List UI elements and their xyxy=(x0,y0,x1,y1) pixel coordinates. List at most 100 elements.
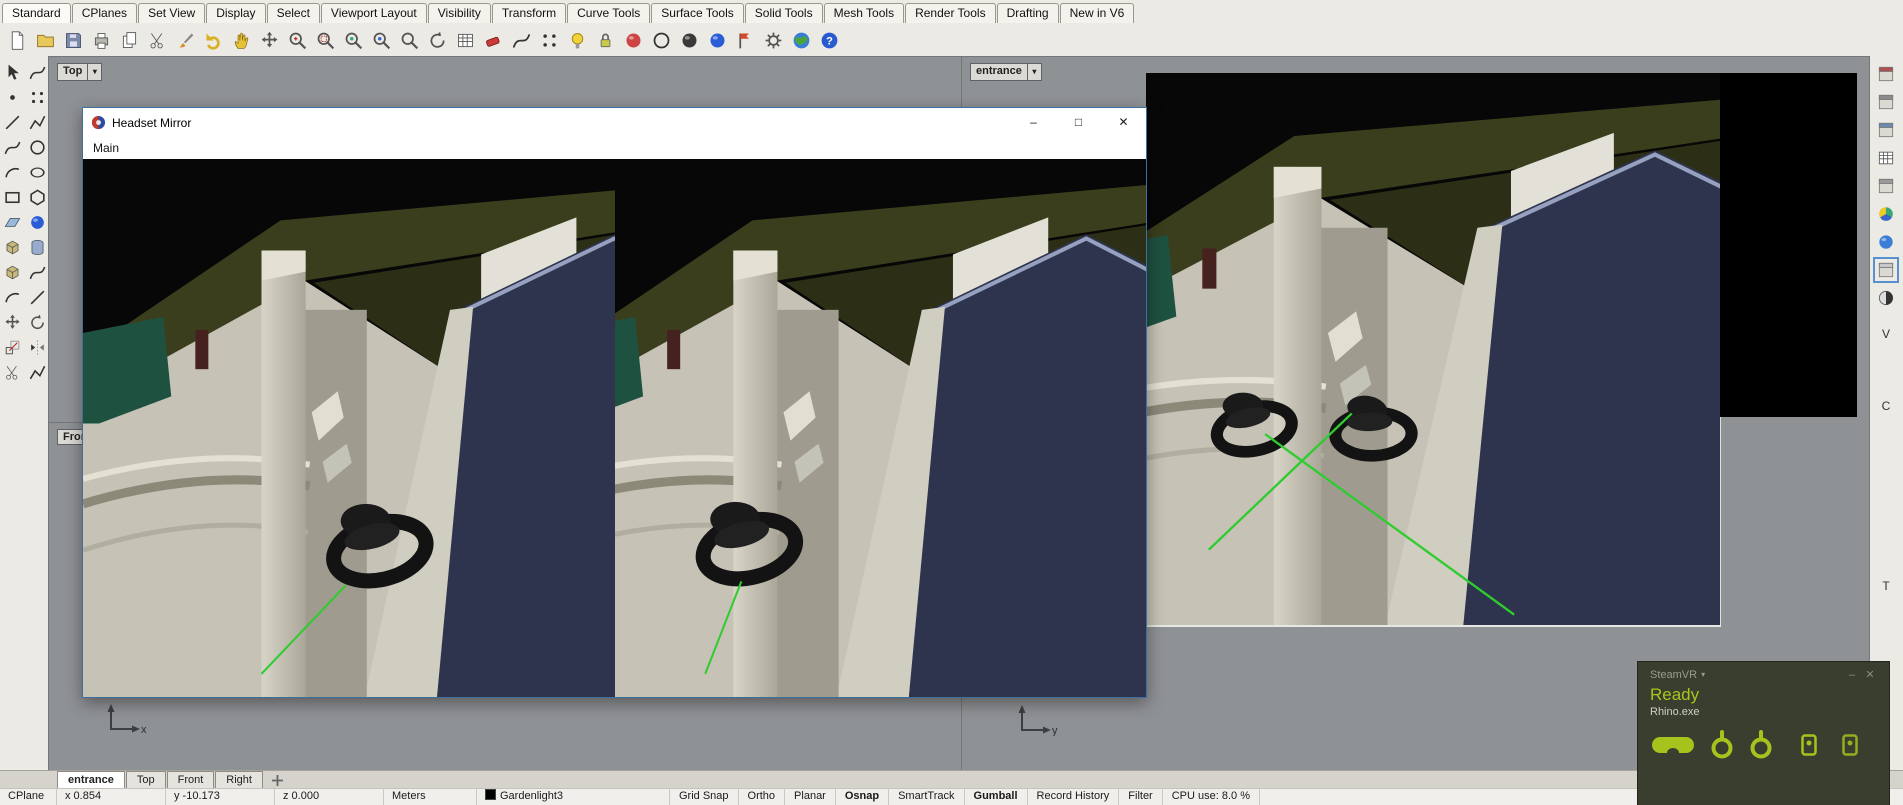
color-wheel-icon[interactable] xyxy=(1875,203,1897,225)
menu-item-new-in-v6[interactable]: New in V6 xyxy=(1059,3,1135,23)
object-snap-panel-icon[interactable] xyxy=(1875,147,1897,169)
panel-tab-v[interactable]: V xyxy=(1882,327,1890,341)
pan-hand-icon[interactable] xyxy=(228,27,254,53)
chamfer-tool-icon[interactable] xyxy=(26,286,49,309)
steamvr-titlebar[interactable]: SteamVR ▾ – ✕ xyxy=(1638,662,1889,683)
wireframe-sphere-icon[interactable] xyxy=(648,27,674,53)
headset-mirror-window[interactable]: Headset Mirror – □ ✕ Main xyxy=(82,107,1147,698)
trim-scissors-icon[interactable] xyxy=(1,361,24,384)
viewport-tab-top[interactable]: Top xyxy=(125,771,166,789)
paint-brush-icon[interactable] xyxy=(172,27,198,53)
print-icon[interactable] xyxy=(88,27,114,53)
new-viewport-icon[interactable] xyxy=(264,771,291,789)
headset-mirror-titlebar[interactable]: Headset Mirror – □ ✕ xyxy=(83,108,1146,137)
earth-globe-icon[interactable] xyxy=(788,27,814,53)
status-toggle-gumball[interactable]: Gumball xyxy=(965,789,1028,805)
menu-item-display[interactable]: Display xyxy=(206,3,266,23)
steamvr-close-button[interactable]: ✕ xyxy=(1861,668,1879,681)
base-station-left-icon[interactable] xyxy=(1801,734,1817,756)
render-preview-sphere-icon[interactable] xyxy=(620,27,646,53)
vr-controller-right-icon[interactable] xyxy=(1748,730,1774,760)
named-views-table-icon[interactable] xyxy=(452,27,478,53)
checkpoint-flag-icon[interactable] xyxy=(732,27,758,53)
join-tool-icon[interactable] xyxy=(26,361,49,384)
zoom-selected-icon[interactable] xyxy=(368,27,394,53)
display-panel-icon[interactable] xyxy=(1875,119,1897,141)
curve-tool-icon[interactable] xyxy=(508,27,534,53)
status-toggle-smarttrack[interactable]: SmartTrack xyxy=(889,789,965,805)
delete-eraser-icon[interactable] xyxy=(480,27,506,53)
menu-item-visibility[interactable]: Visibility xyxy=(427,3,491,23)
point-tool-icon[interactable] xyxy=(536,27,562,53)
viewport-dropdown-icon[interactable]: ▾ xyxy=(87,64,101,80)
maximize-button[interactable]: □ xyxy=(1056,108,1101,137)
options-gear-icon[interactable] xyxy=(760,27,786,53)
point-grid-icon[interactable] xyxy=(26,86,49,109)
layer-pane[interactable]: Gardenlight3 xyxy=(477,789,670,805)
rotate-tool-icon[interactable] xyxy=(26,311,49,334)
panel-tab-t[interactable]: T xyxy=(1882,579,1889,593)
steamvr-minimize-button[interactable]: – xyxy=(1843,669,1861,681)
new-file-icon[interactable] xyxy=(4,27,30,53)
cplane-button[interactable]: CPlane xyxy=(0,789,57,805)
loft-tool-icon[interactable] xyxy=(26,261,49,284)
move-tool-icon[interactable] xyxy=(1,311,24,334)
menu-item-solid-tools[interactable]: Solid Tools xyxy=(744,3,823,23)
single-point-icon[interactable] xyxy=(1,86,24,109)
line-tool-icon[interactable] xyxy=(1,111,24,134)
zoom-dynamic-icon[interactable] xyxy=(284,27,310,53)
scale-tool-icon[interactable] xyxy=(1,336,24,359)
menu-item-cplanes[interactable]: CPlanes xyxy=(71,3,138,23)
move-cross-icon[interactable] xyxy=(256,27,282,53)
close-button[interactable]: ✕ xyxy=(1101,108,1146,137)
light-bulb-icon[interactable] xyxy=(564,27,590,53)
status-toggle-record-history[interactable]: Record History xyxy=(1028,789,1120,805)
selected-panel-icon[interactable] xyxy=(1873,257,1899,283)
chevron-down-icon[interactable]: ▾ xyxy=(1701,670,1705,679)
menu-item-set-view[interactable]: Set View xyxy=(138,3,206,23)
zoom-target-icon[interactable] xyxy=(396,27,422,53)
rotate-view-icon[interactable] xyxy=(424,27,450,53)
surface-plane-icon[interactable] xyxy=(1,211,24,234)
save-file-icon[interactable] xyxy=(60,27,86,53)
zoom-window-icon[interactable] xyxy=(312,27,338,53)
viewport-title-top[interactable]: Top ▾ xyxy=(57,63,103,81)
status-toggle-ortho[interactable]: Ortho xyxy=(739,789,786,805)
open-file-icon[interactable] xyxy=(32,27,58,53)
minimize-button[interactable]: – xyxy=(1011,108,1056,137)
menu-item-drafting[interactable]: Drafting xyxy=(996,3,1059,23)
help-circle-icon[interactable] xyxy=(816,27,842,53)
status-toggle-grid-snap[interactable]: Grid Snap xyxy=(670,789,739,805)
vr-controller-left-icon[interactable] xyxy=(1709,730,1735,760)
menu-item-transform[interactable]: Transform xyxy=(491,3,567,23)
ellipse-tool-icon[interactable] xyxy=(26,161,49,184)
status-toggle-filter[interactable]: Filter xyxy=(1119,789,1163,805)
menu-item-surface-tools[interactable]: Surface Tools xyxy=(651,3,744,23)
mirror-tool-icon[interactable] xyxy=(26,336,49,359)
viewport-dropdown-icon[interactable]: ▾ xyxy=(1026,64,1041,80)
menu-item-curve-tools[interactable]: Curve Tools xyxy=(567,3,651,23)
viewport-tab-right[interactable]: Right xyxy=(215,771,263,789)
status-toggle-osnap[interactable]: Osnap xyxy=(836,789,890,805)
copy-icon[interactable] xyxy=(116,27,142,53)
polyline-tool-icon[interactable] xyxy=(26,111,49,134)
vr-headset-icon[interactable] xyxy=(1650,733,1696,757)
menu-item-render-tools[interactable]: Render Tools xyxy=(905,3,996,23)
fillet-tool-icon[interactable] xyxy=(1,286,24,309)
select-arrow-icon[interactable] xyxy=(1,61,24,84)
menu-item-mesh-tools[interactable]: Mesh Tools xyxy=(823,3,905,23)
lasso-select-icon[interactable] xyxy=(26,61,49,84)
viewport-tab-front[interactable]: Front xyxy=(166,771,215,789)
render-settings-panel-icon[interactable] xyxy=(1875,287,1897,309)
menu-item-select[interactable]: Select xyxy=(266,3,320,23)
entrance-render-view[interactable] xyxy=(1146,73,1721,627)
extrude-tool-icon[interactable] xyxy=(1,261,24,284)
arc-tool-icon[interactable] xyxy=(1,161,24,184)
base-station-right-icon[interactable] xyxy=(1842,734,1858,756)
viewport-title-front[interactable]: Front xyxy=(57,429,85,445)
zoom-extents-icon[interactable] xyxy=(340,27,366,53)
panel-tab-c[interactable]: C xyxy=(1882,399,1891,413)
box-tool-icon[interactable] xyxy=(1,236,24,259)
properties-panel-icon[interactable] xyxy=(1875,63,1897,85)
lock-toggle-icon[interactable] xyxy=(592,27,618,53)
